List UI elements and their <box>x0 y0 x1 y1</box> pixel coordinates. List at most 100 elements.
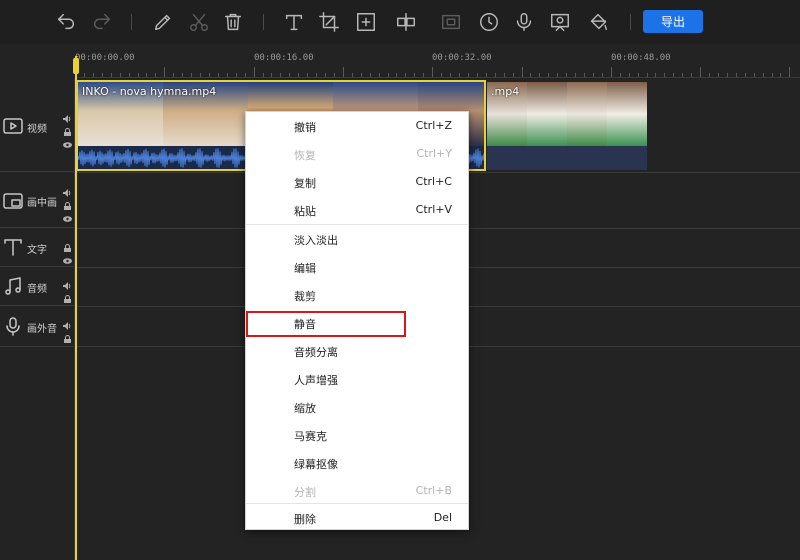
lock-icon[interactable] <box>63 328 72 343</box>
music-icon <box>3 276 23 296</box>
toolbar-divider <box>263 14 264 30</box>
ruler-tick <box>432 67 434 77</box>
menu-item-undo[interactable]: 撤销 Ctrl+Z <box>246 112 468 140</box>
ruler-tick <box>244 73 246 77</box>
ruler-tick <box>253 67 255 77</box>
ruler-tick <box>164 67 166 77</box>
ruler-tick <box>271 73 273 77</box>
ruler-label: 00:00:16.00 <box>254 53 314 63</box>
split-icon[interactable] <box>393 9 419 35</box>
video-clip[interactable]: .mp4 <box>487 82 647 170</box>
ruler-tick <box>637 73 639 77</box>
menu-item-shortcut: Ctrl+B <box>415 484 452 497</box>
menu-item-chroma-key[interactable]: 绿幕抠像 <box>246 449 468 477</box>
lock-icon[interactable] <box>63 288 72 303</box>
menu-item-label: 马赛克 <box>294 430 327 443</box>
volume-icon[interactable] <box>63 182 72 197</box>
lock-icon[interactable] <box>63 237 72 252</box>
menu-item-voice-enhance[interactable]: 人声增强 <box>246 365 468 393</box>
text-icon[interactable] <box>281 9 307 35</box>
menu-item-shortcut: Ctrl+Z <box>415 119 452 132</box>
volume-icon[interactable] <box>63 315 72 330</box>
menu-item-edit[interactable]: 编辑 <box>246 253 468 281</box>
video-icon <box>3 116 23 136</box>
menu-item-fade[interactable]: 淡入淡出 <box>246 225 468 253</box>
ruler-tick <box>673 73 675 77</box>
ruler-tick <box>333 73 335 77</box>
ruler-tick <box>691 73 693 77</box>
ruler-tick <box>646 73 648 77</box>
eye-icon[interactable] <box>63 250 72 264</box>
menu-item-redo[interactable]: 恢复 Ctrl+Y <box>246 140 468 168</box>
add-frame-icon[interactable] <box>353 9 379 35</box>
clip-thumbnail <box>567 82 607 146</box>
screen-record-icon[interactable] <box>547 9 573 35</box>
ruler-tick <box>414 73 416 77</box>
ruler-tick <box>101 73 103 77</box>
clock-icon[interactable] <box>476 9 502 35</box>
playhead-handle[interactable] <box>73 58 79 74</box>
export-button[interactable]: 导出 <box>643 10 703 33</box>
volume-icon[interactable] <box>63 275 72 290</box>
ruler-tick <box>655 73 657 77</box>
ruler-tick <box>780 73 782 77</box>
track-label-audio: 音频 <box>27 284 47 295</box>
menu-item-label: 粘贴 <box>294 205 316 218</box>
trash-icon[interactable] <box>220 9 246 35</box>
ruler-tick <box>789 67 791 77</box>
undo-icon[interactable] <box>53 9 79 35</box>
volume-icon[interactable] <box>63 108 72 123</box>
ruler-tick <box>494 73 496 77</box>
menu-item-label: 恢复 <box>294 149 316 162</box>
ruler-tick <box>458 73 460 77</box>
menu-item-detach-audio[interactable]: 音频分离 <box>246 337 468 365</box>
menu-item-shortcut: Ctrl+Y <box>416 147 452 160</box>
menu-item-label: 复制 <box>294 177 316 190</box>
redo-icon[interactable] <box>89 9 115 35</box>
ruler-tick <box>173 73 175 77</box>
menu-item-crop[interactable]: 裁剪 <box>246 281 468 309</box>
microphone-icon[interactable] <box>511 9 537 35</box>
ruler-tick <box>512 73 514 77</box>
freeze-icon[interactable] <box>438 9 464 35</box>
ruler-tick <box>378 73 380 77</box>
menu-item-zoom[interactable]: 缩放 <box>246 393 468 421</box>
toolbar-divider <box>131 14 132 30</box>
menu-item-copy[interactable]: 复制 Ctrl+C <box>246 168 468 196</box>
pencil-icon[interactable] <box>150 9 176 35</box>
menu-item-label: 缩放 <box>294 402 316 415</box>
track-header-text: 文字 <box>0 229 75 267</box>
ruler-tick <box>664 73 666 77</box>
menu-item-mosaic[interactable]: 马赛克 <box>246 421 468 449</box>
eye-icon[interactable] <box>63 134 72 148</box>
ruler-tick <box>262 73 264 77</box>
context-menu: 撤销 Ctrl+Z 恢复 Ctrl+Y 复制 Ctrl+C 粘贴 Ctrl+V … <box>245 111 469 530</box>
scissors-icon[interactable] <box>186 9 212 35</box>
ruler-tick <box>387 73 389 77</box>
ruler-tick <box>325 73 327 77</box>
ruler-tick <box>423 73 425 77</box>
ruler-tick <box>530 73 532 77</box>
ruler-tick <box>191 73 193 77</box>
ruler-tick <box>566 73 568 77</box>
menu-item-split[interactable]: 分割 Ctrl+B <box>246 477 468 505</box>
clip-name: INKO - nova hymna.mp4 <box>82 85 217 98</box>
video-editor-window: 导出 00:00:00.00 00:00:16.00 00:00:32.00 0… <box>0 0 800 560</box>
ruler-tick <box>628 73 630 77</box>
crop-icon[interactable] <box>316 9 342 35</box>
menu-item-label: 人声增强 <box>294 374 338 387</box>
eye-icon[interactable] <box>63 208 72 222</box>
menu-item-delete[interactable]: 删除 Del <box>246 504 468 532</box>
ruler-tick <box>351 73 353 77</box>
paint-bucket-icon[interactable] <box>585 9 611 35</box>
timeline-ruler[interactable]: 00:00:00.00 00:00:16.00 00:00:32.00 00:0… <box>75 44 800 78</box>
highlight-box <box>246 311 406 337</box>
ruler-tick <box>539 73 541 77</box>
lock-icon[interactable] <box>63 121 72 136</box>
menu-item-paste[interactable]: 粘贴 Ctrl+V <box>246 196 468 224</box>
lock-icon[interactable] <box>63 195 72 210</box>
menu-item-label: 分割 <box>294 486 316 499</box>
ruler-tick <box>557 73 559 77</box>
clip-thumbnail <box>607 82 647 146</box>
menu-item-label: 编辑 <box>294 262 316 275</box>
